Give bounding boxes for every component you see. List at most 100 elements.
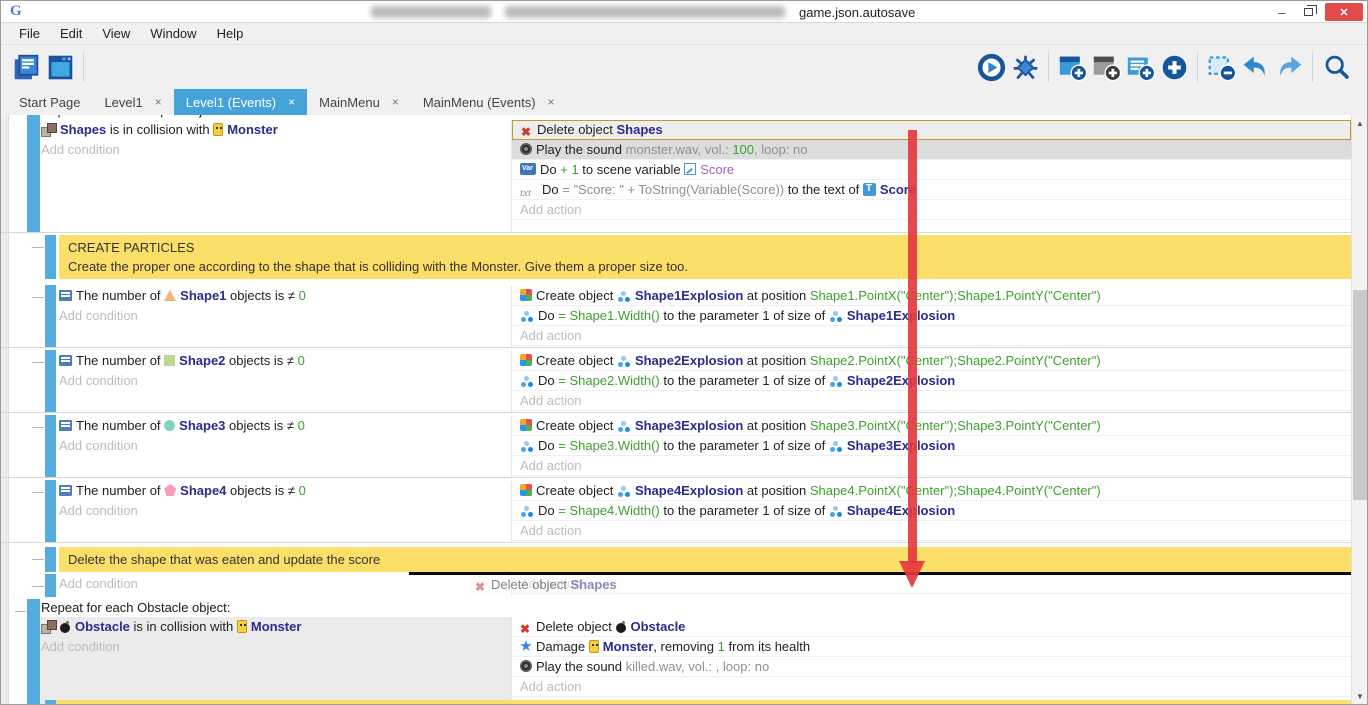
- text-segment: Create object: [536, 418, 617, 433]
- menu-edit[interactable]: Edit: [50, 26, 92, 41]
- action-row[interactable]: Damage Monster, removing 1 from its heal…: [512, 637, 1351, 657]
- event-block[interactable]: Repeat for each Obstacle object:Obstacle…: [1, 599, 1351, 704]
- action-row[interactable]: Create object Shape4Explosion at positio…: [512, 481, 1351, 501]
- object-count-icon: [59, 355, 72, 366]
- tab-mainmenu-events-[interactable]: MainMenu (Events)×: [411, 89, 567, 115]
- event-block[interactable]: The number of Shape4 objects is ≠ 0Add c…: [1, 480, 1351, 543]
- tab-close-icon[interactable]: ×: [392, 95, 399, 109]
- add-action[interactable]: Add action: [512, 200, 1351, 220]
- text-segment: Do: [538, 308, 558, 323]
- text-segment: = Shape4.Width(): [558, 503, 660, 518]
- action-row[interactable]: Delete object Shapes: [512, 120, 1351, 140]
- object-name: Shape3: [179, 418, 225, 433]
- menu-file[interactable]: File: [9, 26, 50, 41]
- add-condition[interactable]: Add condition: [59, 574, 511, 594]
- text-segment: = "Score: " + ToString(Variable(Score)): [562, 182, 784, 197]
- add-action[interactable]: Add action: [512, 391, 1351, 411]
- action-row[interactable]: Delete object Obstacle: [512, 617, 1351, 637]
- text-segment: + 1: [560, 162, 578, 177]
- project-manager-button[interactable]: [9, 50, 43, 84]
- add-event-button[interactable]: [1055, 50, 1089, 84]
- add-subevent-button[interactable]: [1089, 50, 1123, 84]
- comment-box: CREATE PARTICLESCreate the proper one ac…: [59, 235, 1351, 279]
- object-name: Monster: [227, 122, 278, 137]
- event-block[interactable]: The number of Shape3 objects is ≠ 0Add c…: [1, 415, 1351, 478]
- add-condition[interactable]: Add condition: [41, 637, 511, 657]
- condition-row[interactable]: The number of Shape4 objects is ≠ 0: [59, 481, 511, 501]
- tab-mainmenu[interactable]: MainMenu×: [307, 89, 411, 115]
- condition-row[interactable]: Obstacle is in collision with Monster: [41, 617, 511, 637]
- add-action[interactable]: Add action: [512, 677, 1351, 697]
- object-name: Obstacle: [75, 619, 130, 634]
- action-row[interactable]: Do = Shape4.Width() to the parameter 1 o…: [512, 501, 1351, 521]
- text-segment: Damage: [536, 639, 589, 654]
- play-button[interactable]: [974, 50, 1008, 84]
- tab-close-icon[interactable]: ×: [155, 95, 162, 109]
- tab-start-page[interactable]: Start Page: [7, 89, 92, 115]
- action-row[interactable]: Create object Shape1Explosion at positio…: [512, 286, 1351, 306]
- add-condition[interactable]: Add condition: [59, 436, 511, 456]
- add-action[interactable]: Add action: [512, 574, 1351, 594]
- comment-event[interactable]: CREATE PARTICLESCreate the proper one ac…: [1, 235, 1351, 279]
- action-row[interactable]: Do = Shape1.Width() to the parameter 1 o…: [512, 306, 1351, 326]
- text-segment: to the parameter 1 of size of: [660, 373, 829, 388]
- add-condition[interactable]: Add condition: [59, 306, 511, 326]
- action-row[interactable]: Do = Shape3.Width() to the parameter 1 o…: [512, 436, 1351, 456]
- action-row[interactable]: Create object Shape2Explosion at positio…: [512, 351, 1351, 371]
- add-condition[interactable]: Add condition: [41, 140, 511, 160]
- vertical-scrollbar[interactable]: ▲ ▼: [1351, 115, 1367, 704]
- condition-row[interactable]: The number of Shape1 objects is ≠ 0: [59, 286, 511, 306]
- tab-label: Start Page: [19, 95, 80, 110]
- minimize-button[interactable]: –: [1269, 3, 1295, 21]
- start-page-button[interactable]: [43, 50, 77, 84]
- condition-row[interactable]: The number of Shape3 objects is ≠ 0: [59, 416, 511, 436]
- redo-button[interactable]: [1272, 50, 1306, 84]
- action-row[interactable]: Play the sound monster.wav, vol.: 100, l…: [512, 140, 1351, 160]
- drop-target-event[interactable]: Add conditionAdd actionDelete object Sha…: [1, 574, 1351, 597]
- add-condition[interactable]: Add condition: [59, 501, 511, 521]
- condition-row[interactable]: Shapes is in collision with Monster: [41, 120, 511, 140]
- action-row[interactable]: Play the sound killed.wav, vol.: , loop:…: [512, 657, 1351, 677]
- tab-level1[interactable]: Level1×: [92, 89, 173, 115]
- event-block[interactable]: The number of Shape2 objects is ≠ 0Add c…: [1, 350, 1351, 413]
- debug-button[interactable]: [1008, 50, 1042, 84]
- scroll-down-icon[interactable]: ▼: [1352, 688, 1368, 704]
- menu-view[interactable]: View: [92, 26, 140, 41]
- unselect-all-events-button[interactable]: [1204, 50, 1238, 84]
- add-action[interactable]: Add action: [512, 326, 1351, 346]
- add-comment-event-button[interactable]: [1123, 50, 1157, 84]
- monster-icon: [589, 640, 599, 653]
- action-row[interactable]: Do = "Score: " + ToString(Variable(Score…: [512, 180, 1351, 200]
- particles-icon: [617, 420, 631, 432]
- add-condition[interactable]: Add condition: [59, 371, 511, 391]
- condition-row[interactable]: The number of Shape2 objects is ≠ 0: [59, 351, 511, 371]
- tab-close-icon[interactable]: ×: [548, 95, 555, 109]
- object-name: Shape3Explosion: [635, 418, 743, 433]
- text-segment: 100: [732, 142, 754, 157]
- scrollbar-thumb[interactable]: [1353, 290, 1367, 500]
- comment-event[interactable]: Delete the shape that was eaten and upda…: [1, 547, 1351, 572]
- maximize-button[interactable]: [1295, 3, 1321, 21]
- restore-icon: [1304, 8, 1313, 16]
- event-block[interactable]: The number of Shape1 objects is ≠ 0Add c…: [1, 285, 1351, 348]
- tab-level1-events-[interactable]: Level1 (Events)×: [174, 89, 307, 115]
- action-row[interactable]: Create object Shape3Explosion at positio…: [512, 416, 1351, 436]
- menu-window[interactable]: Window: [140, 26, 206, 41]
- event-body: The number of Shape2 objects is ≠ 0Add c…: [59, 350, 1351, 412]
- add-action[interactable]: Add action: [512, 456, 1351, 476]
- action-row[interactable]: Do = Shape2.Width() to the parameter 1 o…: [512, 371, 1351, 391]
- search-button[interactable]: [1319, 50, 1353, 84]
- particles-icon: [829, 375, 843, 387]
- object-name: Monster: [603, 639, 654, 654]
- actions-column: Add action: [511, 574, 1351, 596]
- menu-help[interactable]: Help: [207, 26, 254, 41]
- scroll-up-icon[interactable]: ▲: [1352, 115, 1368, 131]
- add-action[interactable]: Add action: [512, 521, 1351, 541]
- add-other-event-button[interactable]: [1157, 50, 1191, 84]
- event-indent-bar: [45, 415, 56, 477]
- undo-button[interactable]: [1238, 50, 1272, 84]
- action-row[interactable]: Do + 1 to scene variable Score: [512, 160, 1351, 180]
- event-block[interactable]: Repeat for each Shapes object:Shapes is …: [1, 115, 1351, 233]
- tab-close-icon[interactable]: ×: [288, 95, 295, 109]
- close-button[interactable]: ✕: [1325, 3, 1363, 21]
